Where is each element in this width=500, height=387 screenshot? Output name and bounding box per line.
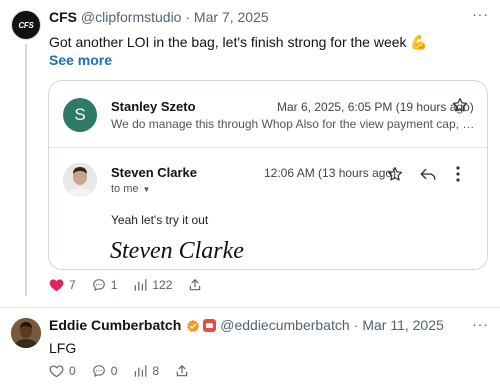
post2-like-button[interactable]: 0 xyxy=(49,364,76,378)
thread-line xyxy=(25,44,27,296)
email1-snippet: We do manage this through Whop Also for … xyxy=(111,117,475,131)
post2-reply-count: 0 xyxy=(110,364,118,378)
post2-reply-button[interactable]: 0 xyxy=(92,364,118,378)
post1-share-button[interactable] xyxy=(188,278,207,292)
star-icon xyxy=(452,98,468,112)
stanley-avatar-letter: S xyxy=(74,105,86,124)
email2-sender: Steven Clarke xyxy=(111,165,197,180)
post1-header: CFS @clipformstudio · Mar 7, 2025 xyxy=(49,9,269,26)
post2-view-count: 8 xyxy=(152,364,160,378)
post1-actions: 7 1 122 xyxy=(49,278,223,292)
see-more-link[interactable]: See more xyxy=(49,52,112,68)
post2-views[interactable]: 8 xyxy=(133,364,159,378)
eddie-avatar[interactable] xyxy=(11,318,41,348)
email1-sender: Stanley Szeto xyxy=(111,99,196,114)
post2-more-menu-icon[interactable]: ··· xyxy=(472,317,489,331)
post1-display-name[interactable]: CFS xyxy=(49,9,77,25)
post1-handle[interactable]: @clipformstudio xyxy=(81,9,182,25)
heart-icon xyxy=(49,365,64,378)
bar-chart-icon xyxy=(135,279,147,291)
email-thread-message-1: S Stanley Szeto Mar 6, 2025, 6:05 PM (19… xyxy=(49,81,487,147)
post2-like-count: 0 xyxy=(69,364,76,378)
post-divider xyxy=(0,307,500,308)
comment-icon xyxy=(92,365,105,377)
heart-filled-icon xyxy=(49,279,64,292)
post1-reply-count: 1 xyxy=(110,278,118,292)
cfs-avatar[interactable]: CFS xyxy=(11,10,41,40)
email2-time: 12:06 AM (13 hours ago) xyxy=(264,166,397,180)
post2-display-name[interactable]: Eddie Cumberbatch xyxy=(49,317,181,334)
star-icon xyxy=(387,167,403,181)
embedded-email-image[interactable]: S Stanley Szeto Mar 6, 2025, 6:05 PM (19… xyxy=(48,80,488,270)
email2-to-label: to me xyxy=(111,183,139,195)
bar-chart-icon xyxy=(135,365,147,377)
post1-more-menu-icon[interactable]: ··· xyxy=(472,7,489,21)
person-photo-icon xyxy=(63,163,97,197)
cfs-avatar-text: CFS xyxy=(18,20,34,30)
post2-actions: 0 0 8 xyxy=(49,364,210,378)
post2-share-button[interactable] xyxy=(175,364,194,378)
email2-signature: Steven Clarke xyxy=(110,238,244,264)
post2-separator: · xyxy=(353,317,359,333)
share-icon xyxy=(190,279,201,291)
post1-text: Got another LOI in the bag, let's finish… xyxy=(49,34,428,50)
post2-handle[interactable]: @eddiecumberbatch xyxy=(220,317,349,334)
comment-icon xyxy=(92,279,105,291)
email-divider xyxy=(49,147,487,148)
share-icon xyxy=(176,365,188,377)
post1-like-count: 7 xyxy=(69,278,76,292)
affiliate-badge-icon[interactable] xyxy=(203,319,217,332)
person-photo-icon xyxy=(11,318,41,348)
post1-views[interactable]: 122 xyxy=(133,278,172,292)
post1-like-button[interactable]: 7 xyxy=(49,278,76,292)
post1-separator: · xyxy=(185,9,191,25)
email2-body: Yeah let's try it out xyxy=(111,213,209,227)
email1-date: Mar 6, 2025, 6:05 PM (19 hours ago) xyxy=(277,100,474,114)
steven-avatar xyxy=(63,163,97,197)
post2-header: Eddie Cumberbatch @eddiecumberbatch · Ma… xyxy=(49,317,444,334)
reply-icon xyxy=(420,168,436,180)
post1-view-count: 122 xyxy=(152,278,173,292)
post1-reply-button[interactable]: 1 xyxy=(92,278,118,292)
post2-date[interactable]: Mar 11, 2025 xyxy=(362,317,443,334)
vertical-dots-icon xyxy=(456,166,460,182)
caret-down-icon: ▼ xyxy=(142,184,151,194)
email2-recipient: to me ▼ xyxy=(111,183,150,195)
stanley-avatar: S xyxy=(63,98,97,132)
post1-date[interactable]: Mar 7, 2025 xyxy=(194,9,269,25)
verified-badge-icon xyxy=(187,319,200,332)
post2-text: LFG xyxy=(49,340,77,356)
